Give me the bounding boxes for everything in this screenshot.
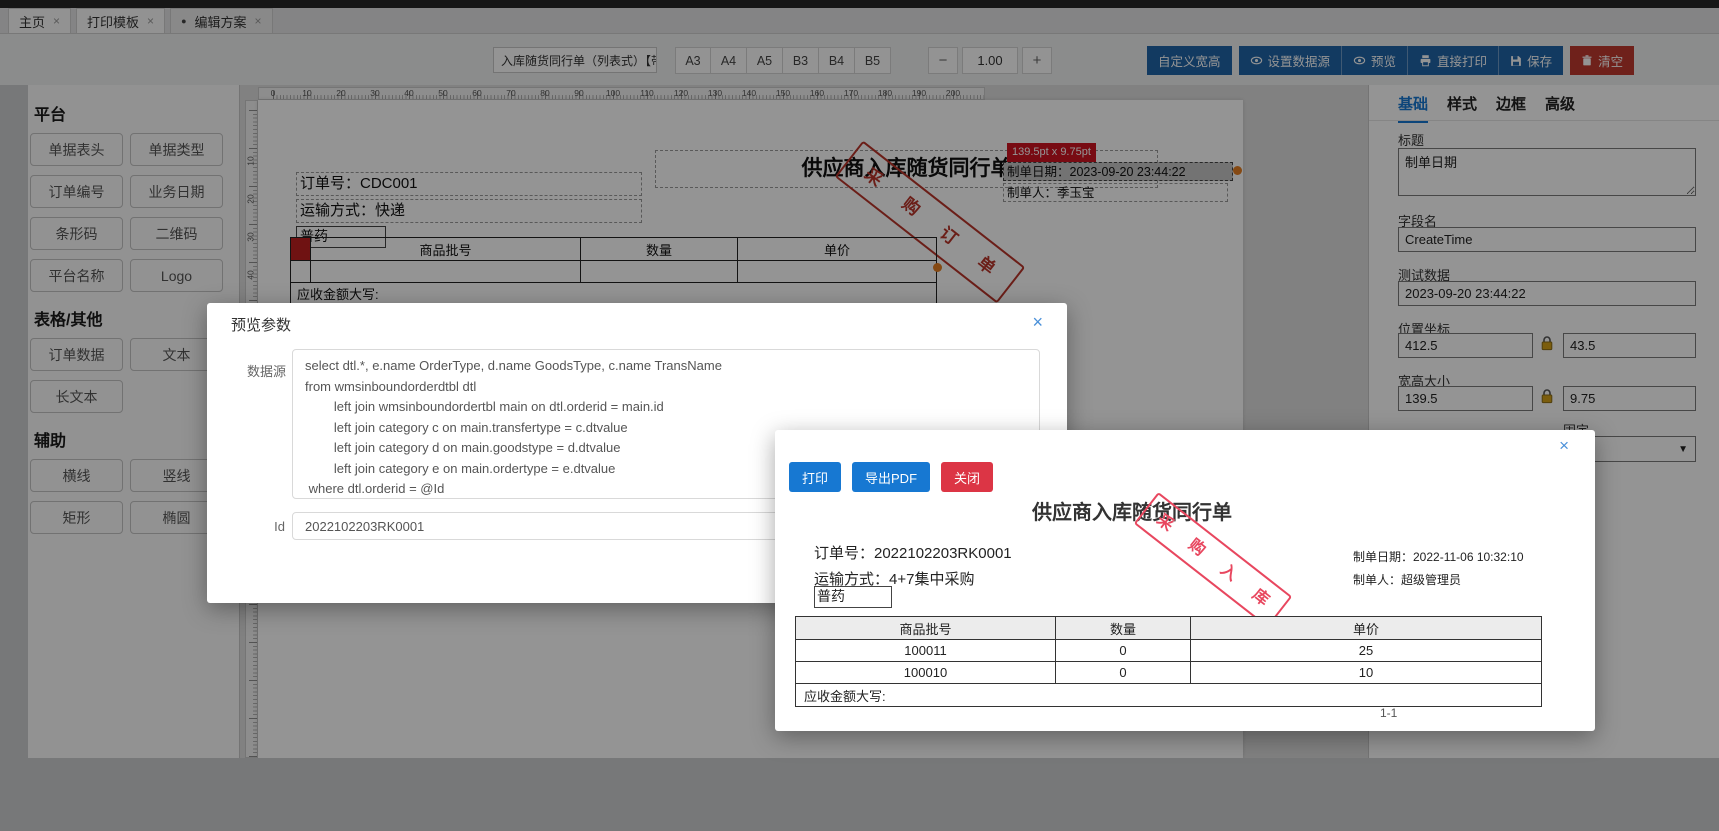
preview-table-header-row: 商品批号 数量 单价 xyxy=(796,617,1541,640)
close-icon[interactable]: × xyxy=(1559,437,1569,455)
id-label: Id xyxy=(274,519,285,534)
preview-make-date: 制单日期：2022-11-06 10:32:10 xyxy=(1353,550,1524,564)
preview-order-no: 订单号：2022102203RK0001 xyxy=(814,545,1012,562)
preview-table-header-cell: 商品批号 xyxy=(796,617,1056,640)
preview-table-cell: 10 xyxy=(1191,662,1541,684)
preview-table-cell: 25 xyxy=(1191,640,1541,662)
preview-drug-type: 普药 xyxy=(814,586,892,608)
preview-table-row: 100011 0 25 xyxy=(796,640,1541,662)
print-preview-modal: × 打印 导出PDF 关闭 供应商入库随货同行单 订单号：2022102203R… xyxy=(775,430,1595,731)
preview-table-row: 100010 0 10 xyxy=(796,662,1541,684)
app-root: 主页 × 打印模板 × ● 编辑方案 × 入库随货同行单（列表式）【带 A3 A4… xyxy=(0,0,1719,831)
print-preview-actions: 打印 导出PDF 关闭 xyxy=(789,462,994,492)
preview-doc-title: 供应商入库随货同行单 xyxy=(1032,502,1232,524)
preview-table-cell: 0 xyxy=(1056,640,1191,662)
preview-params-title: 预览参数 xyxy=(231,317,292,334)
preview-table-cell: 100011 xyxy=(796,640,1056,662)
page-indicator: 1-1 xyxy=(1380,706,1398,720)
export-pdf-button[interactable]: 导出PDF xyxy=(852,462,931,492)
print-button[interactable]: 打印 xyxy=(789,462,842,492)
preview-table: 商品批号 数量 单价 100011 0 25 100010 0 10 应收金额大写: xyxy=(795,616,1542,707)
preview-table-cell: 0 xyxy=(1056,662,1191,684)
close-preview-button[interactable]: 关闭 xyxy=(941,462,994,492)
preview-table-header-cell: 数量 xyxy=(1056,617,1191,640)
preview-table-cell: 100010 xyxy=(796,662,1056,684)
preview-table-footer-row: 应收金额大写: xyxy=(796,684,1541,706)
preview-table-header-cell: 单价 xyxy=(1191,617,1541,640)
close-icon[interactable]: × xyxy=(1032,313,1043,331)
preview-table-footer-cell: 应收金额大写: xyxy=(804,688,886,704)
datasource-label: 数据源 xyxy=(246,364,286,379)
preview-maker: 制单人：超级管理员 xyxy=(1353,573,1462,587)
